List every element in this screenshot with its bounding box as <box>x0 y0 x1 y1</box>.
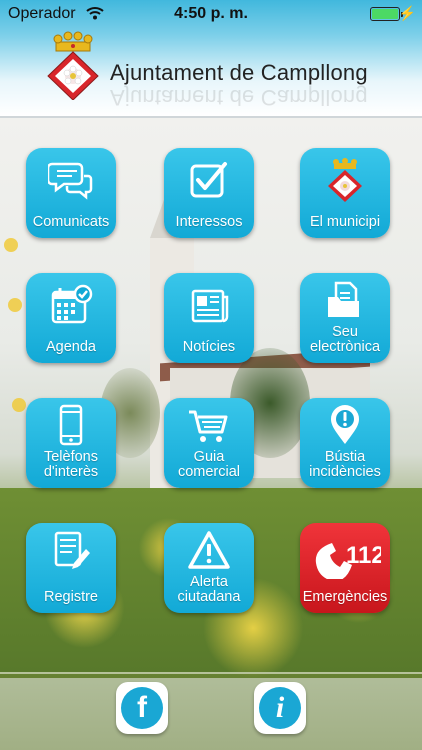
tile-noticies[interactable]: Notícies <box>164 273 254 363</box>
tile-label: Interessos <box>175 214 243 230</box>
tile-label: Registre <box>44 589 98 605</box>
tile-label: Comunicats <box>32 214 110 230</box>
tile-label: Notícies <box>182 339 236 355</box>
facebook-icon: f <box>121 687 163 729</box>
tile-label-line1: Telèfons <box>43 449 98 465</box>
tile-alerta-ciutadana[interactable]: Alerta ciutadana <box>164 523 254 613</box>
folder-document-icon <box>328 281 359 317</box>
calendar-icon <box>51 284 93 324</box>
tile-emergencies[interactable]: 112 Emergències <box>300 523 390 613</box>
tile-label-line2: comercial <box>177 464 241 480</box>
tile-label: Guia comercial <box>178 450 240 480</box>
app-title-reflection: Ajuntament de Campllong <box>110 85 368 110</box>
speech-bubbles-icon <box>48 162 93 200</box>
tile-label: El municipi <box>309 214 381 230</box>
newspaper-icon <box>191 289 229 323</box>
clock: 4:50 p. m. <box>174 5 248 22</box>
checkbox-icon <box>190 162 227 198</box>
status-bar: Operador 4:50 p. m. ⚡ <box>0 0 422 28</box>
tile-guia-comercial[interactable]: Guia comercial <box>164 398 254 488</box>
tile-comunicats[interactable]: Comunicats <box>26 148 116 238</box>
tile-label-line1: Alerta <box>190 574 228 590</box>
form-pencil-icon <box>54 531 90 569</box>
tile-label-line1: Guia <box>193 449 225 465</box>
tile-telefons-interes[interactable]: Telèfons d'interès <box>26 398 116 488</box>
tile-registre[interactable]: Registre <box>26 523 116 613</box>
tile-label: Bústia incidències <box>309 450 381 480</box>
charging-bolt-icon: ⚡ <box>398 5 416 21</box>
tile-label: Agenda <box>46 339 96 355</box>
tile-label-line2: electrònica <box>309 339 381 355</box>
tile-label-line1: Seu <box>332 324 358 340</box>
tile-label-line2: incidències <box>309 464 381 480</box>
tile-label-line2: ciutadana <box>177 589 241 605</box>
flower <box>4 238 18 252</box>
tile-label: Seu electrònica <box>310 325 380 355</box>
smartphone-icon <box>59 404 83 446</box>
app-title: Ajuntament de Campllong <box>110 60 368 85</box>
coat-of-arms-icon <box>328 158 362 202</box>
battery-icon <box>370 7 403 21</box>
flower <box>12 398 26 412</box>
flower <box>8 298 22 312</box>
tile-seu-electronica[interactable]: Seu electrònica <box>300 273 390 363</box>
tile-label: Alerta ciutadana <box>178 575 241 605</box>
tile-agenda[interactable]: Agenda <box>26 273 116 363</box>
facebook-button[interactable]: f <box>116 682 168 734</box>
phone-112-icon: 112 <box>315 542 381 579</box>
tile-label: Telèfons d'interès <box>44 450 98 480</box>
shopping-cart-icon <box>189 410 228 442</box>
tile-interessos[interactable]: Interessos <box>164 148 254 238</box>
tile-el-municipi[interactable]: El municipi <box>300 148 390 238</box>
warning-triangle-icon <box>188 531 230 569</box>
map-pin-alert-icon <box>331 405 359 444</box>
info-button[interactable]: i <box>254 682 306 734</box>
tile-label-line1: Bústia <box>324 449 366 465</box>
tile-label: Emergències <box>302 589 388 605</box>
info-icon: i <box>259 687 301 729</box>
coat-of-arms-icon <box>47 31 99 100</box>
phone-112-text: 112 <box>346 542 381 569</box>
tile-bustia-incidencies[interactable]: Bústia incidències <box>300 398 390 488</box>
tile-label-line2: d'interès <box>43 464 99 480</box>
footer-bar: f i <box>0 672 422 750</box>
